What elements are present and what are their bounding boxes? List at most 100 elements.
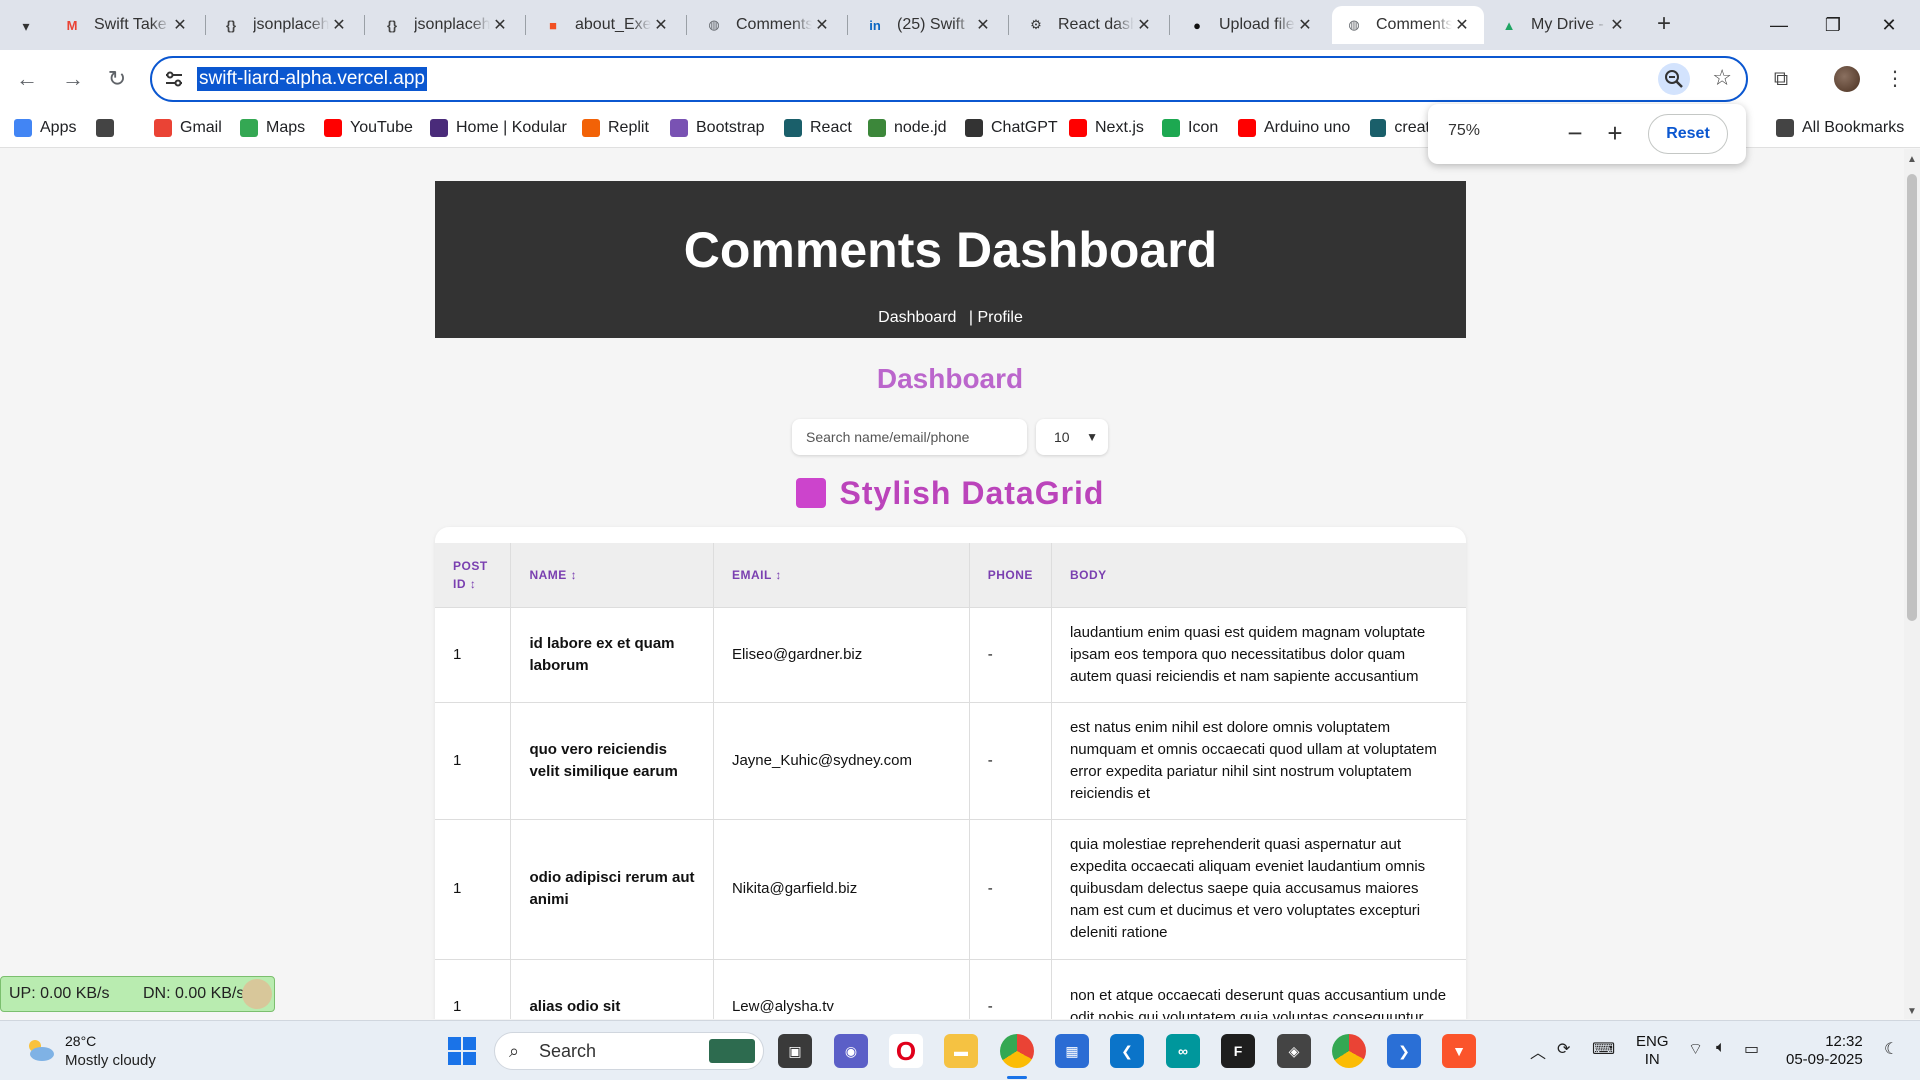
url-text[interactable]: swift-liard-alpha.vercel.app: [197, 67, 427, 91]
browser-tab[interactable]: {} jsonplaceh ✕: [370, 6, 522, 44]
scroll-up-arrow-icon[interactable]: ▲: [1907, 154, 1917, 165]
bookmark-item[interactable]: Next.js: [1069, 114, 1144, 142]
zoom-reset-button[interactable]: Reset: [1648, 114, 1728, 154]
back-arrow-icon[interactable]: ←: [10, 62, 44, 96]
bookmark-item[interactable]: Bootstrap: [670, 114, 764, 142]
tray-overflow-chevron-icon[interactable]: ︿: [1530, 1039, 1546, 1063]
browser-tab[interactable]: ◍ Comments ✕: [1332, 6, 1484, 44]
tab-close-icon[interactable]: ✕: [1295, 15, 1315, 35]
browser-tab[interactable]: ● Upload file ✕: [1175, 6, 1327, 44]
grid-title: Stylish DataGrid: [0, 475, 1900, 512]
bookmark-item[interactable]: Gmail: [154, 114, 222, 142]
browser-tab[interactable]: ■ about_Exec✕: [531, 6, 683, 44]
nav-link-dashboard[interactable]: Dashboard: [878, 309, 956, 326]
tab-close-icon[interactable]: ✕: [490, 15, 510, 35]
volume-icon[interactable]: 🔈︎: [1716, 1039, 1726, 1057]
column-header-name[interactable]: NAME ↕: [510, 543, 714, 607]
chrome-profile-icon[interactable]: [1332, 1034, 1366, 1068]
notifications-moon-icon[interactable]: ☾: [1884, 1039, 1898, 1059]
tab-close-icon[interactable]: ✕: [170, 15, 190, 35]
bookmark-item[interactable]: React: [784, 114, 852, 142]
bookmark-item[interactable]: [96, 114, 122, 142]
powershell-icon[interactable]: ❯: [1387, 1034, 1421, 1068]
arduino-icon[interactable]: ∞: [1166, 1034, 1200, 1068]
browser-tab[interactable]: ⚙ React dash ✕: [1014, 6, 1166, 44]
battery-icon[interactable]: ▭: [1744, 1039, 1759, 1059]
table-row[interactable]: 1 id labore ex et quam laborum Eliseo@ga…: [435, 606, 1466, 702]
task-view-icon[interactable]: ▣: [778, 1034, 812, 1068]
tab-close-icon[interactable]: ✕: [1134, 15, 1154, 35]
file-explorer-icon[interactable]: ▬: [944, 1034, 978, 1068]
scroll-down-arrow-icon[interactable]: ▼: [1907, 1006, 1917, 1017]
bookmark-item[interactable]: node.jd: [868, 114, 947, 142]
bookmark-item[interactable]: Icon: [1162, 114, 1218, 142]
bookmark-item[interactable]: YouTube: [324, 114, 413, 142]
bookmark-item[interactable]: All Bookmarks: [1776, 114, 1904, 142]
profile-avatar[interactable]: [1834, 66, 1860, 92]
zoom-out-button[interactable]: −: [1558, 116, 1592, 150]
nav-link-profile[interactable]: | Profile: [969, 309, 1023, 326]
restore-button[interactable]: ❐: [1810, 8, 1856, 42]
tab-close-icon[interactable]: ✕: [973, 15, 993, 35]
address-bar[interactable]: swift-liard-alpha.vercel.app ☆: [150, 56, 1748, 102]
weather-temperature[interactable]: 28°C: [65, 1033, 96, 1049]
wifi-icon[interactable]: ⌔: [1688, 1039, 1703, 1059]
taskbar-search[interactable]: ⌕ Search: [494, 1032, 764, 1070]
tab-close-icon[interactable]: ✕: [329, 15, 349, 35]
tab-separator: [847, 15, 848, 35]
bookmark-item[interactable]: creat: [1370, 114, 1430, 142]
browser-tab[interactable]: M Swift Take ✕: [50, 6, 202, 44]
page-size-select[interactable]: 10 ▼: [1036, 419, 1108, 455]
bookmark-item[interactable]: Apps: [14, 114, 76, 142]
table-row[interactable]: 1 alias odio sit Lew@alysha.tv - non et …: [435, 958, 1466, 1019]
browser-tab[interactable]: {} jsonplaceh ✕: [209, 6, 361, 44]
zoom-magnifier-icon[interactable]: [1658, 63, 1690, 95]
tab-close-icon[interactable]: ✕: [1452, 15, 1472, 35]
weather-cloud-icon[interactable]: [24, 1037, 56, 1063]
bookmark-label: creat: [1394, 119, 1430, 136]
sync-icon[interactable]: ⟳: [1557, 1039, 1570, 1059]
vscode-icon[interactable]: ❮: [1110, 1034, 1144, 1068]
site-settings-icon[interactable]: [164, 69, 184, 89]
bookmark-star-icon[interactable]: ☆: [1712, 65, 1732, 91]
windows-start-icon[interactable]: [448, 1037, 476, 1065]
browser-tab[interactable]: in (25) Swift ✕: [853, 6, 1005, 44]
bookmark-item[interactable]: Maps: [240, 114, 305, 142]
language-indicator[interactable]: ENG IN: [1636, 1033, 1669, 1069]
system-clock[interactable]: 12:32 05-09-2025: [1786, 1033, 1863, 1069]
new-tab-button[interactable]: +: [1650, 10, 1678, 38]
tab-search-chevron-icon[interactable]: ▾: [10, 10, 42, 42]
close-window-button[interactable]: ✕: [1866, 8, 1912, 42]
table-row[interactable]: 1 quo vero reiciendis velit similique ea…: [435, 701, 1466, 819]
tab-close-icon[interactable]: ✕: [812, 15, 832, 35]
forward-arrow-icon[interactable]: →: [56, 62, 90, 96]
menu-dots-icon[interactable]: ⋮: [1878, 62, 1912, 96]
keyboard-icon[interactable]: ⌨: [1592, 1039, 1615, 1059]
bookmark-item[interactable]: Arduino uno: [1238, 114, 1350, 142]
brave-icon[interactable]: ▼: [1442, 1034, 1476, 1068]
bookmark-item[interactable]: ChatGPT: [965, 114, 1058, 142]
minimize-button[interactable]: —: [1756, 8, 1802, 42]
opera-icon[interactable]: O: [889, 1034, 923, 1068]
tab-close-icon[interactable]: ✕: [651, 15, 671, 35]
page-scrollbar[interactable]: ▲ ▼: [1904, 149, 1920, 1019]
bookmark-item[interactable]: Home | Kodular: [430, 114, 567, 142]
bookmark-item[interactable]: Replit: [582, 114, 649, 142]
extensions-puzzle-icon[interactable]: ⧉: [1764, 62, 1798, 96]
reload-icon[interactable]: ↻: [100, 62, 134, 96]
column-header-email[interactable]: EMAIL ↕: [713, 543, 970, 607]
scrollbar-thumb[interactable]: [1907, 174, 1917, 621]
teams-icon[interactable]: ◉: [834, 1034, 868, 1068]
browser-tab[interactable]: ◍ Comments ✕: [692, 6, 844, 44]
app-icon[interactable]: ◈: [1277, 1034, 1311, 1068]
zoom-in-button[interactable]: +: [1598, 116, 1632, 150]
chrome-icon[interactable]: [1000, 1034, 1034, 1068]
search-input[interactable]: [792, 419, 1027, 455]
store-icon[interactable]: ▦: [1055, 1034, 1089, 1068]
column-header-post-id[interactable]: POST ID ↕: [435, 543, 512, 607]
figma-icon[interactable]: F: [1221, 1034, 1255, 1068]
tab-close-icon[interactable]: ✕: [1607, 15, 1627, 35]
weather-description[interactable]: Mostly cloudy: [65, 1052, 156, 1069]
browser-tab[interactable]: ▲ My Drive - ✕: [1487, 6, 1639, 44]
table-row[interactable]: 1 odio adipisci rerum aut animi Nikita@g…: [435, 818, 1466, 959]
